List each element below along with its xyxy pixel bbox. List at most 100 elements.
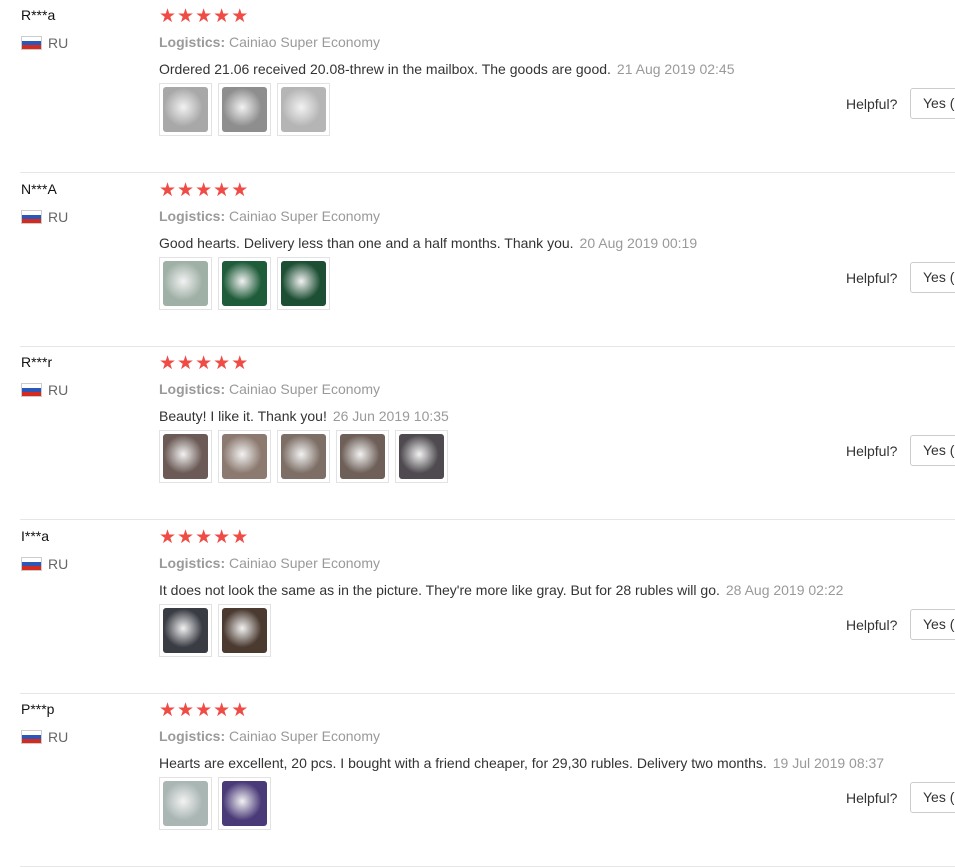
review-photo-thumbnail[interactable] bbox=[159, 257, 212, 310]
star-rating: ★ ★ ★ ★ ★ bbox=[159, 6, 248, 26]
review-photo-thumbnail[interactable] bbox=[395, 430, 448, 483]
star-icon: ★ bbox=[177, 179, 195, 201]
reviewer-country: RU bbox=[21, 382, 68, 398]
review-photo-image bbox=[222, 781, 267, 826]
star-icon: ★ bbox=[213, 5, 231, 27]
star-icon: ★ bbox=[231, 179, 249, 201]
review-photo-thumbnail[interactable] bbox=[277, 83, 330, 136]
logistics-info: Logistics: Cainiao Super Economy bbox=[159, 555, 380, 571]
helpful-yes-button[interactable]: Yes ( bbox=[910, 609, 955, 640]
review-photo-image bbox=[222, 608, 267, 653]
star-icon: ★ bbox=[213, 352, 231, 374]
review-photo-image bbox=[399, 434, 444, 479]
star-icon: ★ bbox=[231, 699, 249, 721]
star-icon: ★ bbox=[159, 5, 177, 27]
review-body: Hearts are excellent, 20 pcs. I bought w… bbox=[159, 755, 884, 771]
helpful-label: Helpful? bbox=[846, 617, 898, 633]
country-code: RU bbox=[48, 209, 69, 225]
review-photo-thumbnail[interactable] bbox=[277, 257, 330, 310]
review-text: Good hearts. Delivery less than one and … bbox=[159, 235, 574, 251]
review-text: Beauty! I like it. Thank you! bbox=[159, 408, 327, 424]
reviewer-country: RU bbox=[21, 729, 68, 745]
review-photo-thumbnail[interactable] bbox=[218, 777, 271, 830]
review-text: Hearts are excellent, 20 pcs. I bought w… bbox=[159, 755, 767, 771]
logistics-value: Cainiao Super Economy bbox=[229, 728, 380, 744]
review-photo-thumbnail[interactable] bbox=[159, 430, 212, 483]
star-icon: ★ bbox=[177, 5, 195, 27]
review-divider bbox=[20, 519, 955, 520]
review-photo-thumbnail[interactable] bbox=[277, 430, 330, 483]
review-photo-image bbox=[281, 87, 326, 132]
logistics-label: Logistics: bbox=[159, 728, 226, 744]
star-icon: ★ bbox=[159, 352, 177, 374]
logistics-label: Logistics: bbox=[159, 555, 226, 571]
review-date: 20 Aug 2019 00:19 bbox=[579, 235, 698, 251]
logistics-info: Logistics: Cainiao Super Economy bbox=[159, 381, 380, 397]
star-icon: ★ bbox=[213, 179, 231, 201]
review-photo-thumbnail[interactable] bbox=[159, 777, 212, 830]
star-icon: ★ bbox=[213, 699, 231, 721]
country-code: RU bbox=[48, 556, 69, 572]
review-photo-image bbox=[163, 781, 208, 826]
review-photos bbox=[159, 777, 271, 830]
country-code: RU bbox=[48, 382, 69, 398]
star-icon: ★ bbox=[195, 352, 213, 374]
review-date: 26 Jun 2019 10:35 bbox=[332, 408, 449, 424]
country-code: RU bbox=[48, 729, 69, 745]
star-rating: ★ ★ ★ ★ ★ bbox=[159, 180, 248, 200]
russia-flag-icon bbox=[21, 36, 42, 50]
country-code: RU bbox=[48, 35, 69, 51]
helpful-label: Helpful? bbox=[846, 443, 898, 459]
logistics-value: Cainiao Super Economy bbox=[229, 208, 380, 224]
review-photo-image bbox=[222, 434, 267, 479]
star-icon: ★ bbox=[159, 526, 177, 548]
reviewer-country: RU bbox=[21, 35, 68, 51]
helpful-label: Helpful? bbox=[846, 790, 898, 806]
review-photo-thumbnail[interactable] bbox=[159, 83, 212, 136]
russia-flag-icon bbox=[21, 557, 42, 571]
review-body: Good hearts. Delivery less than one and … bbox=[159, 235, 697, 251]
helpful-yes-button[interactable]: Yes ( bbox=[910, 88, 955, 119]
review-photo-image bbox=[281, 434, 326, 479]
logistics-info: Logistics: Cainiao Super Economy bbox=[159, 208, 380, 224]
helpful-yes-button[interactable]: Yes ( bbox=[910, 435, 955, 466]
review-photos bbox=[159, 430, 448, 483]
logistics-label: Logistics: bbox=[159, 208, 226, 224]
star-icon: ★ bbox=[159, 699, 177, 721]
star-icon: ★ bbox=[195, 526, 213, 548]
star-rating: ★ ★ ★ ★ ★ bbox=[159, 700, 248, 720]
review-photo-thumbnail[interactable] bbox=[218, 257, 271, 310]
logistics-value: Cainiao Super Economy bbox=[229, 555, 380, 571]
review-photos bbox=[159, 83, 330, 136]
review-photo-thumbnail[interactable] bbox=[336, 430, 389, 483]
review-body: Beauty! I like it. Thank you! 26 Jun 2019… bbox=[159, 408, 449, 424]
review-date: 21 Aug 2019 02:45 bbox=[616, 61, 735, 77]
review-photo-thumbnail[interactable] bbox=[218, 430, 271, 483]
helpful-label: Helpful? bbox=[846, 96, 898, 112]
star-icon: ★ bbox=[231, 352, 249, 374]
russia-flag-icon bbox=[21, 730, 42, 744]
helpful-yes-button[interactable]: Yes ( bbox=[910, 262, 955, 293]
reviewer-country: RU bbox=[21, 556, 68, 572]
star-icon: ★ bbox=[231, 5, 249, 27]
review-photo-thumbnail[interactable] bbox=[159, 604, 212, 657]
review-photos bbox=[159, 257, 330, 310]
review-photo-thumbnail[interactable] bbox=[218, 83, 271, 136]
review-date: 19 Jul 2019 08:37 bbox=[772, 755, 885, 771]
russia-flag-icon bbox=[21, 210, 42, 224]
logistics-info: Logistics: Cainiao Super Economy bbox=[159, 34, 380, 50]
reviewer-name: N***A bbox=[21, 181, 57, 197]
review-item: R***a RU ★ ★ ★ ★ ★ Logistics: Cainiao Super Eco… bbox=[0, 0, 955, 173]
logistics-value: Cainiao Super Economy bbox=[229, 381, 380, 397]
review-photo-image bbox=[163, 434, 208, 479]
review-body: It does not look the same as in the pict… bbox=[159, 582, 843, 598]
review-body: Ordered 21.06 received 20.08-threw in th… bbox=[159, 61, 734, 77]
star-icon: ★ bbox=[177, 699, 195, 721]
review-photo-thumbnail[interactable] bbox=[218, 604, 271, 657]
star-icon: ★ bbox=[231, 526, 249, 548]
logistics-value: Cainiao Super Economy bbox=[229, 34, 380, 50]
helpful-yes-button[interactable]: Yes (. bbox=[910, 782, 955, 813]
reviewer-name: I***a bbox=[21, 528, 50, 544]
review-photo-image bbox=[163, 87, 208, 132]
helpful-label: Helpful? bbox=[846, 270, 898, 286]
